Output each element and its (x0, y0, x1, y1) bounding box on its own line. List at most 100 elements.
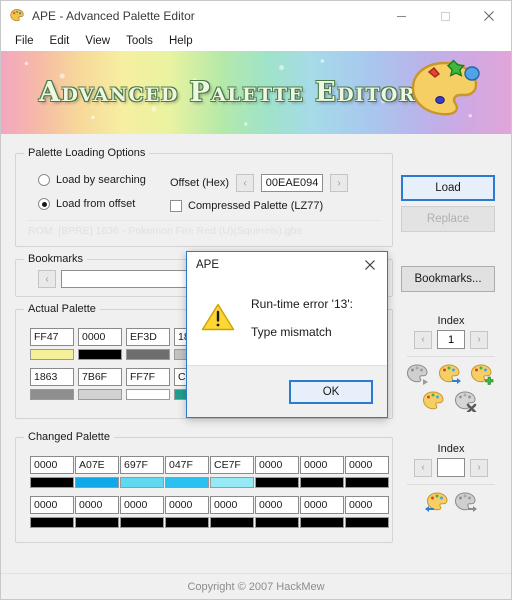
offset-next-button[interactable]: › (330, 174, 349, 192)
changed-swatch[interactable]: 047F (165, 456, 209, 488)
offset-input[interactable]: 00EAE094 (261, 174, 324, 192)
swatch-color[interactable] (126, 389, 170, 400)
changed-swatch[interactable]: 0000 (300, 496, 344, 528)
swatch-color[interactable] (30, 477, 74, 488)
swatch-color[interactable] (255, 517, 299, 528)
swatch-hex[interactable]: 0000 (75, 496, 119, 514)
swatch-color[interactable] (345, 517, 389, 528)
swatch-color[interactable] (30, 349, 74, 360)
swatch-color[interactable] (30, 517, 74, 528)
swatch-hex[interactable]: 0000 (78, 328, 122, 346)
swatch-hex[interactable]: 0000 (30, 496, 74, 514)
swatch-color[interactable] (300, 477, 344, 488)
swatch-hex[interactable]: 0000 (30, 456, 74, 474)
palette-undo-icon[interactable] (454, 491, 480, 516)
palette-restore-icon[interactable] (422, 491, 448, 516)
swatch-color[interactable] (255, 477, 299, 488)
menu-view[interactable]: View (77, 33, 118, 49)
swatch-hex[interactable]: 0000 (165, 496, 209, 514)
swatch-hex[interactable]: 1863 (30, 368, 74, 386)
swatch-hex[interactable]: CE7F (210, 456, 254, 474)
swatch-hex[interactable]: 0000 (255, 496, 299, 514)
menu-file[interactable]: File (7, 33, 42, 49)
changed-swatch[interactable]: CE7F (210, 456, 254, 488)
swatch-color[interactable] (126, 349, 170, 360)
palette-import-icon[interactable] (438, 363, 464, 388)
actual-swatch[interactable]: FF47 (30, 328, 74, 360)
palette-add-icon[interactable] (470, 363, 496, 388)
menu-help[interactable]: Help (161, 33, 201, 49)
changed-swatch[interactable]: 0000 (300, 456, 344, 488)
changed-swatch[interactable]: 0000 (30, 496, 74, 528)
swatch-hex[interactable]: 0000 (345, 456, 389, 474)
bookmarks-button[interactable]: Bookmarks... (401, 266, 495, 292)
actual-swatch[interactable]: EF3D (126, 328, 170, 360)
minimize-button[interactable] (379, 1, 423, 31)
palette-edit-icon[interactable] (422, 390, 448, 415)
changed-index-value[interactable] (437, 458, 465, 477)
radio-load-by-searching[interactable]: Load by searching (38, 174, 146, 186)
changed-swatch[interactable]: 0000 (75, 496, 119, 528)
changed-index-next-button[interactable]: › (470, 458, 488, 477)
swatch-hex[interactable]: 7B6F (78, 368, 122, 386)
actual-swatch[interactable]: 0000 (78, 328, 122, 360)
actual-index-value[interactable]: 1 (437, 330, 465, 349)
changed-swatch[interactable]: 0000 (30, 456, 74, 488)
changed-swatch[interactable]: A07E (75, 456, 119, 488)
palette-grayscale-icon[interactable] (406, 363, 432, 388)
swatch-hex[interactable]: 0000 (210, 496, 254, 514)
swatch-color[interactable] (78, 349, 122, 360)
swatch-hex[interactable]: FF7F (126, 368, 170, 386)
actual-index-label: Index (437, 315, 465, 327)
swatch-color[interactable] (75, 517, 119, 528)
swatch-color[interactable] (120, 517, 164, 528)
changed-swatch[interactable]: 0000 (255, 456, 299, 488)
swatch-hex[interactable]: EF3D (126, 328, 170, 346)
changed-swatch[interactable]: 0000 (345, 456, 389, 488)
palette-settings-icon[interactable] (454, 390, 480, 415)
swatch-color[interactable] (78, 389, 122, 400)
swatch-hex[interactable]: A07E (75, 456, 119, 474)
load-button[interactable]: Load (401, 175, 495, 201)
menu-edit[interactable]: Edit (42, 33, 78, 49)
swatch-color[interactable] (345, 477, 389, 488)
changed-index-prev-button[interactable]: ‹ (414, 458, 432, 477)
swatch-hex[interactable]: 0000 (300, 456, 344, 474)
bookmarks-prev-button[interactable]: ‹ (38, 270, 56, 288)
actual-index-next-button[interactable]: › (470, 330, 488, 349)
maximize-button[interactable] (423, 1, 467, 31)
changed-swatch[interactable]: 0000 (210, 496, 254, 528)
changed-swatch[interactable]: 0000 (120, 496, 164, 528)
actual-swatch[interactable]: 7B6F (78, 368, 122, 400)
actual-swatch[interactable]: 1863 (30, 368, 74, 400)
swatch-color[interactable] (75, 477, 119, 488)
actual-index-prev-button[interactable]: ‹ (414, 330, 432, 349)
swatch-hex[interactable]: 0000 (345, 496, 389, 514)
radio-load-from-offset[interactable]: Load from offset (38, 198, 135, 210)
swatch-hex[interactable]: 0000 (300, 496, 344, 514)
offset-prev-button[interactable]: ‹ (236, 174, 255, 192)
actual-swatch[interactable]: FF7F (126, 368, 170, 400)
changed-swatch[interactable]: 697F (120, 456, 164, 488)
swatch-color[interactable] (120, 477, 164, 488)
dialog-close-button[interactable] (353, 252, 387, 278)
swatch-hex[interactable]: 697F (120, 456, 164, 474)
changed-swatch[interactable]: 0000 (165, 496, 209, 528)
dialog-ok-button[interactable]: OK (289, 379, 373, 404)
changed-swatch[interactable]: 0000 (255, 496, 299, 528)
swatch-color[interactable] (210, 517, 254, 528)
checkbox-compressed-palette[interactable]: Compressed Palette (LZ77) (170, 200, 323, 212)
swatch-color[interactable] (210, 477, 254, 488)
replace-button[interactable]: Replace (401, 206, 495, 232)
swatch-color[interactable] (300, 517, 344, 528)
swatch-hex[interactable]: FF47 (30, 328, 74, 346)
swatch-hex[interactable]: 0000 (120, 496, 164, 514)
changed-swatch[interactable]: 0000 (345, 496, 389, 528)
swatch-hex[interactable]: 047F (165, 456, 209, 474)
close-button[interactable] (467, 1, 511, 31)
swatch-color[interactable] (165, 477, 209, 488)
swatch-hex[interactable]: 0000 (255, 456, 299, 474)
swatch-color[interactable] (165, 517, 209, 528)
menu-tools[interactable]: Tools (118, 33, 161, 49)
swatch-color[interactable] (30, 389, 74, 400)
